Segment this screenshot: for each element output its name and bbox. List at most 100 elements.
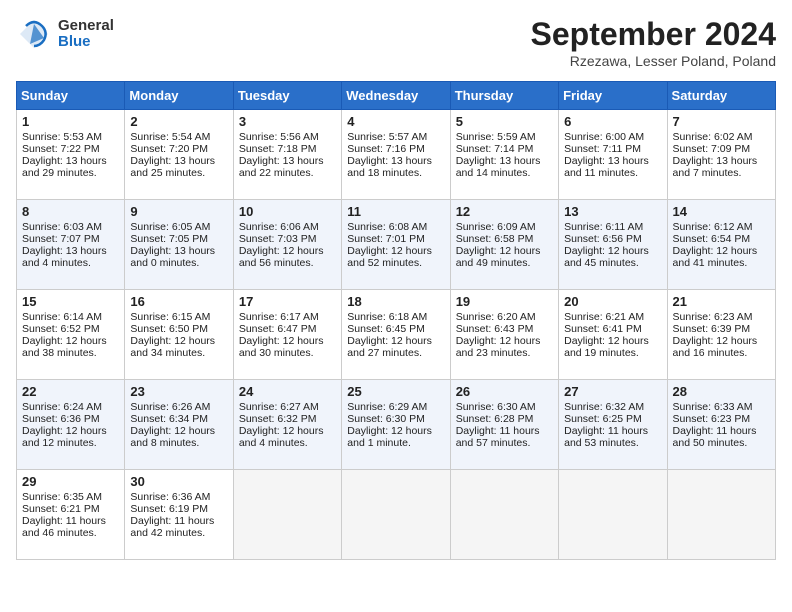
day-number: 14 (673, 204, 770, 219)
calendar-week-4: 22 Sunrise: 6:24 AM Sunset: 6:36 PM Dayl… (17, 380, 776, 470)
calendar-week-5: 29 Sunrise: 6:35 AM Sunset: 6:21 PM Dayl… (17, 470, 776, 560)
calendar-week-2: 8 Sunrise: 6:03 AM Sunset: 7:07 PM Dayli… (17, 200, 776, 290)
daylight-label: Daylight: 13 hours and 25 minutes. (130, 155, 215, 179)
calendar-cell: 26 Sunrise: 6:30 AM Sunset: 6:28 PM Dayl… (450, 380, 558, 470)
calendar-cell: 2 Sunrise: 5:54 AM Sunset: 7:20 PM Dayli… (125, 110, 233, 200)
calendar-week-1: 1 Sunrise: 5:53 AM Sunset: 7:22 PM Dayli… (17, 110, 776, 200)
calendar-cell: 28 Sunrise: 6:33 AM Sunset: 6:23 PM Dayl… (667, 380, 775, 470)
calendar-title: September 2024 (531, 16, 776, 53)
calendar-cell: 23 Sunrise: 6:26 AM Sunset: 6:34 PM Dayl… (125, 380, 233, 470)
sunrise-label: Sunrise: 6:00 AM (564, 131, 644, 143)
day-number: 4 (347, 114, 444, 129)
daylight-label: Daylight: 13 hours and 22 minutes. (239, 155, 324, 179)
calendar-cell: 1 Sunrise: 5:53 AM Sunset: 7:22 PM Dayli… (17, 110, 125, 200)
sunrise-label: Sunrise: 6:06 AM (239, 221, 319, 233)
calendar-cell: 20 Sunrise: 6:21 AM Sunset: 6:41 PM Dayl… (559, 290, 667, 380)
sunrise-label: Sunrise: 6:26 AM (130, 401, 210, 413)
sunset-label: Sunset: 7:05 PM (130, 233, 208, 245)
day-number: 8 (22, 204, 119, 219)
daylight-label: Daylight: 13 hours and 7 minutes. (673, 155, 758, 179)
daylight-label: Daylight: 12 hours and 52 minutes. (347, 245, 432, 269)
sunrise-label: Sunrise: 6:29 AM (347, 401, 427, 413)
daylight-label: Daylight: 13 hours and 4 minutes. (22, 245, 107, 269)
daylight-label: Daylight: 12 hours and 16 minutes. (673, 335, 758, 359)
day-number: 26 (456, 384, 553, 399)
calendar-table: SundayMondayTuesdayWednesdayThursdayFrid… (16, 81, 776, 560)
logo-blue-text: Blue (58, 34, 114, 51)
sunrise-label: Sunrise: 6:36 AM (130, 491, 210, 503)
sunrise-label: Sunrise: 5:53 AM (22, 131, 102, 143)
day-number: 23 (130, 384, 227, 399)
day-number: 7 (673, 114, 770, 129)
daylight-label: Daylight: 13 hours and 11 minutes. (564, 155, 649, 179)
day-header-monday: Monday (125, 82, 233, 110)
day-number: 16 (130, 294, 227, 309)
daylight-label: Daylight: 12 hours and 12 minutes. (22, 425, 107, 449)
sunset-label: Sunset: 6:36 PM (22, 413, 100, 425)
day-number: 15 (22, 294, 119, 309)
sunrise-label: Sunrise: 6:03 AM (22, 221, 102, 233)
sunrise-label: Sunrise: 6:18 AM (347, 311, 427, 323)
calendar-cell: 10 Sunrise: 6:06 AM Sunset: 7:03 PM Dayl… (233, 200, 341, 290)
calendar-cell: 12 Sunrise: 6:09 AM Sunset: 6:58 PM Dayl… (450, 200, 558, 290)
sunset-label: Sunset: 6:41 PM (564, 323, 642, 335)
sunset-label: Sunset: 7:03 PM (239, 233, 317, 245)
calendar-cell: 5 Sunrise: 5:59 AM Sunset: 7:14 PM Dayli… (450, 110, 558, 200)
day-number: 13 (564, 204, 661, 219)
sunrise-label: Sunrise: 6:14 AM (22, 311, 102, 323)
sunrise-label: Sunrise: 6:33 AM (673, 401, 753, 413)
sunset-label: Sunset: 6:19 PM (130, 503, 208, 515)
logo-text: General Blue (58, 18, 114, 51)
sunset-label: Sunset: 6:39 PM (673, 323, 751, 335)
sunrise-label: Sunrise: 6:15 AM (130, 311, 210, 323)
sunrise-label: Sunrise: 6:09 AM (456, 221, 536, 233)
sunset-label: Sunset: 7:22 PM (22, 143, 100, 155)
day-number: 5 (456, 114, 553, 129)
sunrise-label: Sunrise: 6:11 AM (564, 221, 643, 233)
calendar-cell: 9 Sunrise: 6:05 AM Sunset: 7:05 PM Dayli… (125, 200, 233, 290)
sunset-label: Sunset: 6:23 PM (673, 413, 751, 425)
calendar-cell: 4 Sunrise: 5:57 AM Sunset: 7:16 PM Dayli… (342, 110, 450, 200)
sunset-label: Sunset: 7:16 PM (347, 143, 425, 155)
sunrise-label: Sunrise: 5:57 AM (347, 131, 427, 143)
day-number: 22 (22, 384, 119, 399)
calendar-cell: 29 Sunrise: 6:35 AM Sunset: 6:21 PM Dayl… (17, 470, 125, 560)
sunrise-label: Sunrise: 6:08 AM (347, 221, 427, 233)
calendar-cell: 19 Sunrise: 6:20 AM Sunset: 6:43 PM Dayl… (450, 290, 558, 380)
sunrise-label: Sunrise: 6:27 AM (239, 401, 319, 413)
sunset-label: Sunset: 6:45 PM (347, 323, 425, 335)
sunrise-label: Sunrise: 5:56 AM (239, 131, 319, 143)
logo-icon (16, 16, 52, 52)
sunset-label: Sunset: 6:21 PM (22, 503, 100, 515)
daylight-label: Daylight: 12 hours and 38 minutes. (22, 335, 107, 359)
sunrise-label: Sunrise: 6:05 AM (130, 221, 210, 233)
sunset-label: Sunset: 6:30 PM (347, 413, 425, 425)
day-number: 29 (22, 474, 119, 489)
day-number: 18 (347, 294, 444, 309)
day-number: 28 (673, 384, 770, 399)
day-number: 11 (347, 204, 444, 219)
day-number: 21 (673, 294, 770, 309)
calendar-cell: 8 Sunrise: 6:03 AM Sunset: 7:07 PM Dayli… (17, 200, 125, 290)
sunset-label: Sunset: 6:56 PM (564, 233, 642, 245)
day-number: 19 (456, 294, 553, 309)
daylight-label: Daylight: 12 hours and 8 minutes. (130, 425, 215, 449)
calendar-cell (233, 470, 341, 560)
daylight-label: Daylight: 12 hours and 30 minutes. (239, 335, 324, 359)
day-header-thursday: Thursday (450, 82, 558, 110)
calendar-cell: 24 Sunrise: 6:27 AM Sunset: 6:32 PM Dayl… (233, 380, 341, 470)
daylight-label: Daylight: 11 hours and 50 minutes. (673, 425, 757, 449)
calendar-cell (450, 470, 558, 560)
daylight-label: Daylight: 13 hours and 18 minutes. (347, 155, 432, 179)
day-header-tuesday: Tuesday (233, 82, 341, 110)
day-number: 30 (130, 474, 227, 489)
sunset-label: Sunset: 7:11 PM (564, 143, 641, 155)
sunset-label: Sunset: 6:50 PM (130, 323, 208, 335)
sunset-label: Sunset: 7:01 PM (347, 233, 425, 245)
daylight-label: Daylight: 13 hours and 0 minutes. (130, 245, 215, 269)
daylight-label: Daylight: 12 hours and 56 minutes. (239, 245, 324, 269)
daylight-label: Daylight: 12 hours and 34 minutes. (130, 335, 215, 359)
sunset-label: Sunset: 6:34 PM (130, 413, 208, 425)
sunrise-label: Sunrise: 6:24 AM (22, 401, 102, 413)
calendar-cell: 13 Sunrise: 6:11 AM Sunset: 6:56 PM Dayl… (559, 200, 667, 290)
